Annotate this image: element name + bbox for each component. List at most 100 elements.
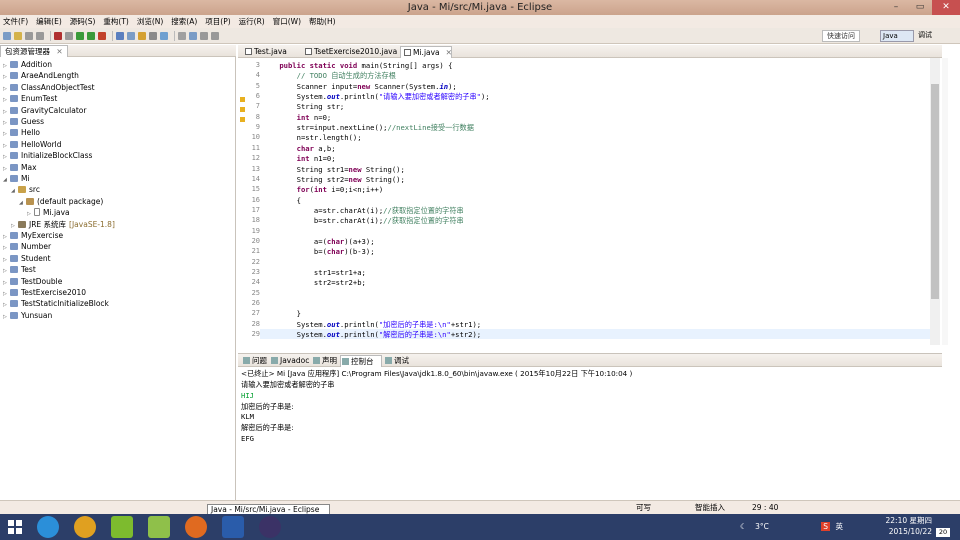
menu-item-8[interactable]: 窗口(W) — [273, 16, 301, 27]
toolbar-button-icon[interactable] — [189, 31, 197, 40]
code-line[interactable]: a=(char)(a+3); — [262, 237, 375, 246]
tree-item[interactable]: ▷ Hello — [3, 127, 40, 138]
tree-toggle-icon[interactable]: ◢ — [3, 175, 10, 186]
toolbar-button-icon[interactable] — [65, 31, 73, 40]
quick-access-field[interactable]: 快速访问 — [822, 30, 860, 42]
tree-item[interactable]: ▷ InitializeBlockClass — [3, 150, 92, 161]
toolbar-button-icon[interactable] — [76, 31, 84, 40]
tree-item[interactable]: ▷ Yunsuan — [3, 310, 52, 321]
menu-item-7[interactable]: 运行(R) — [239, 16, 265, 27]
menu-item-5[interactable]: 搜索(A) — [171, 16, 197, 27]
tree-item[interactable]: ▷ ClassAndObjectTest — [3, 82, 95, 93]
toolbar-button-icon[interactable] — [87, 31, 95, 40]
tree-item[interactable]: ◢ (default package) — [19, 196, 103, 207]
iqiyi-icon[interactable] — [111, 516, 133, 538]
notification-badge[interactable]: 20 — [936, 528, 950, 537]
menu-item-1[interactable]: 编辑(E) — [36, 16, 62, 27]
toolbar-button-icon[interactable] — [138, 31, 146, 40]
code-line[interactable]: public static void main(String[] args) { — [262, 61, 452, 70]
code-line[interactable]: System.out.println("解密后的子串是:\n"+str2); — [262, 330, 482, 340]
close-icon[interactable]: ✕ — [56, 47, 62, 56]
menu-item-6[interactable]: 项目(P) — [205, 16, 230, 27]
ime-language[interactable]: 英 — [835, 522, 843, 531]
toolbar-button-icon[interactable] — [200, 31, 208, 40]
tree-item[interactable]: ▷ HelloWorld — [3, 139, 62, 150]
code-line[interactable]: // TODO 自动生成的方法存根 — [262, 71, 396, 81]
code-line[interactable]: n=str.length(); — [262, 133, 362, 142]
editor-scroll-thumb[interactable] — [931, 84, 939, 299]
toolbar-button-icon[interactable] — [178, 31, 186, 40]
console-tab[interactable]: 控制台 — [340, 355, 382, 367]
tree-item[interactable]: ▷ Mi.java — [27, 207, 70, 218]
code-line[interactable]: int n=0; — [262, 113, 332, 122]
code-line[interactable]: int n1=0; — [262, 154, 336, 163]
toolbar-button-icon[interactable] — [116, 31, 124, 40]
menu-item-0[interactable]: 文件(F) — [3, 16, 28, 27]
code-line[interactable]: b=(char)(b-3); — [262, 247, 375, 256]
close-tab-icon[interactable]: ✕ — [446, 48, 452, 57]
code-line[interactable]: str2=str2+b; — [262, 278, 366, 287]
tree-toggle-icon[interactable]: ◢ — [19, 198, 26, 209]
tree-item[interactable]: ▷ Number — [3, 241, 51, 252]
console-tab[interactable]: 声明 — [312, 355, 338, 367]
menu-item-2[interactable]: 源码(S) — [70, 16, 96, 27]
word-icon[interactable] — [222, 516, 244, 538]
tree-toggle-icon[interactable]: ◢ — [11, 186, 18, 197]
eclipse-icon[interactable] — [259, 516, 281, 538]
console-tab[interactable]: 调试 — [384, 355, 414, 367]
perspective-java-button[interactable]: Java — [880, 30, 914, 42]
code-line[interactable]: { — [262, 196, 301, 205]
tab-package-explorer[interactable]: 包资源管理器 ✕ — [0, 45, 68, 57]
warning-marker-icon[interactable] — [240, 96, 245, 102]
code-line[interactable]: for(int i=0;i<n;i++) — [262, 185, 384, 194]
code-line[interactable]: str=input.nextLine();//nextLine接受一行数据 — [262, 123, 474, 133]
toolbar-button-icon[interactable] — [54, 31, 62, 40]
tree-item[interactable]: ▷ Student — [3, 253, 51, 264]
console-tab[interactable]: Javadoc — [270, 355, 310, 367]
code-line[interactable]: String str1=new String(); — [262, 165, 405, 174]
code-line[interactable]: } — [262, 309, 301, 318]
toolbar-button-icon[interactable] — [98, 31, 106, 40]
tree-item[interactable]: ▷ JRE 系统库 [JavaSE-1.8] — [11, 219, 115, 230]
code-line[interactable]: String str; — [262, 102, 345, 111]
tree-item[interactable]: ▷ GravityCalculator — [3, 105, 86, 116]
editor-tab[interactable]: Test.java — [242, 46, 298, 58]
tree-item[interactable]: ▷ Guess — [3, 116, 44, 127]
menu-item-4[interactable]: 浏览(N) — [137, 16, 163, 27]
tree-toggle-icon[interactable]: ▷ — [3, 312, 10, 323]
toolbar-button-icon[interactable] — [127, 31, 135, 40]
maximize-icon[interactable]: ▭ — [908, 0, 932, 15]
code-line[interactable]: b=str.charAt(i);//获取指定位置的字符串 — [262, 216, 464, 226]
warning-marker-icon[interactable] — [240, 107, 245, 113]
tree-item[interactable]: ▷ MyExercise — [3, 230, 63, 241]
tree-item[interactable]: ◢ Mi — [3, 173, 30, 184]
weather-icon[interactable]: ☾ — [740, 522, 747, 531]
warning-marker-icon[interactable] — [240, 117, 245, 123]
tree-item[interactable]: ◢ src — [11, 184, 40, 195]
minimize-icon[interactable]: – — [884, 0, 908, 15]
toolbar-button-icon[interactable] — [149, 31, 157, 40]
code-line[interactable]: str1=str1+a; — [262, 268, 366, 277]
menu-item-3[interactable]: 重构(T) — [103, 16, 128, 27]
tree-item[interactable]: ▷ EnumTest — [3, 93, 57, 104]
code-line[interactable]: System.out.println("请输入要加密或者解密的子串"); — [262, 92, 490, 102]
code-line[interactable]: System.out.println("加密后的子串是:\n"+str1); — [262, 320, 482, 330]
console-tab[interactable]: 问题 — [242, 355, 268, 367]
code-line[interactable]: Scanner input=new Scanner(System.in); — [262, 82, 457, 91]
tree-item[interactable]: ▷ Test — [3, 264, 36, 275]
toolbar-button-icon[interactable] — [160, 31, 168, 40]
firefox-icon[interactable] — [185, 516, 207, 538]
editor-tab[interactable]: TsetExercise2010.java — [302, 46, 397, 58]
toolbar-button-icon[interactable] — [14, 31, 22, 40]
close-icon[interactable]: ✕ — [932, 0, 960, 15]
tree-item[interactable]: ▷ Max — [3, 162, 37, 173]
android-icon[interactable] — [148, 516, 170, 538]
toolbar-button-icon[interactable] — [36, 31, 44, 40]
chrome-icon[interactable] — [74, 516, 96, 538]
code-line[interactable]: char a,b; — [262, 144, 336, 153]
tree-item[interactable]: ▷ Addition — [3, 59, 52, 70]
start-button[interactable] — [8, 520, 22, 534]
toolbar-button-icon[interactable] — [211, 31, 219, 40]
ie-icon[interactable] — [37, 516, 59, 538]
editor-tab[interactable]: Mi.java ✕ — [400, 46, 452, 58]
